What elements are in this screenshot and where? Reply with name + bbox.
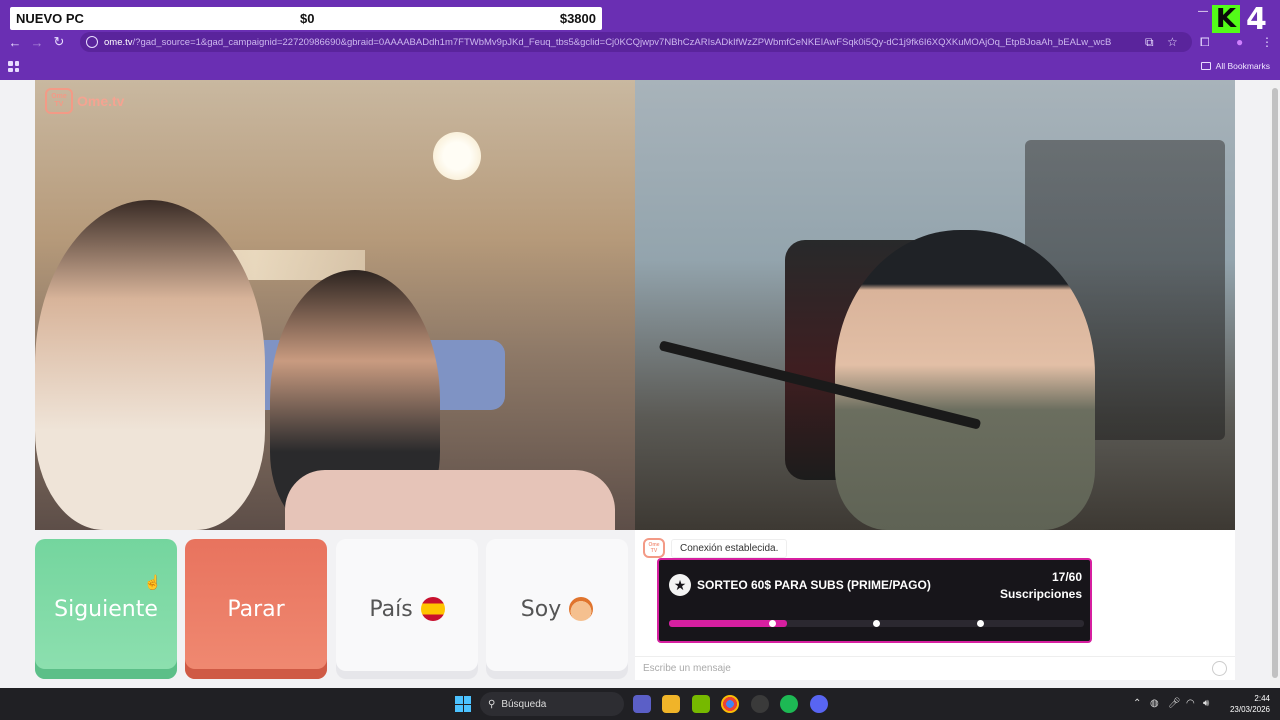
chat-system-message: Ome TV Conexión establecida.	[643, 538, 788, 558]
ometv-badge-icon: Ome TV	[45, 88, 73, 114]
ometv-wordmark: Ome.tv	[77, 93, 125, 109]
donation-goal-bar: NUEVO PC $0 $3800	[10, 7, 602, 30]
blanket	[285, 470, 615, 530]
windows-taskbar: ⚲ Búsqueda ⌃ ◍ 🎤︎ ◠ 🔊︎ 2:44 23/03/2026	[0, 688, 1280, 720]
star-icon: ★	[669, 574, 691, 596]
install-app-icon[interactable]: ⧉	[1145, 35, 1154, 50]
mouse-cursor-icon: ☝	[144, 574, 162, 590]
site-info-icon[interactable]	[86, 36, 98, 48]
chat-message-text: Conexión establecida.	[671, 538, 788, 558]
country-button[interactable]: País	[336, 539, 478, 679]
url-field[interactable]: ome.tv/?gad_source=1&gad_campaignid=2272…	[80, 32, 1192, 52]
microphone-icon[interactable]: 🎤︎	[1168, 698, 1181, 709]
raffle-title: SORTEO 60$ PARA SUBS (PRIME/PAGO)	[697, 578, 931, 592]
next-label: Siguiente	[54, 596, 158, 622]
bookmark-star-icon[interactable]: ☆	[1167, 35, 1178, 49]
wifi-icon[interactable]: ◠	[1186, 698, 1195, 709]
reload-icon[interactable]: ↻	[48, 31, 70, 53]
apps-grid-icon[interactable]	[8, 61, 19, 72]
streamer-person	[835, 230, 1095, 530]
next-button[interactable]: Siguiente	[35, 539, 177, 679]
stranger-person-1	[35, 200, 265, 530]
milestone-dot	[977, 620, 984, 627]
milestone-dot	[769, 620, 776, 627]
file-explorer-icon[interactable]	[662, 695, 680, 713]
gender-label: Soy	[520, 596, 562, 622]
all-bookmarks-button[interactable]: All Bookmarks	[1200, 61, 1270, 71]
raffle-overlay: ★ SORTEO 60$ PARA SUBS (PRIME/PAGO) 17/6…	[657, 558, 1092, 643]
raffle-count-label: Suscripciones	[999, 587, 1082, 601]
chevron-up-icon[interactable]: ⌃	[1133, 698, 1141, 709]
minimize-icon[interactable]: —	[1198, 6, 1208, 17]
folder-icon	[1200, 62, 1211, 70]
clock[interactable]: 2:44 23/03/2026	[1230, 693, 1270, 715]
raffle-count: 17/60	[1051, 570, 1082, 584]
spain-flag-icon	[420, 597, 445, 621]
teams-icon[interactable]	[633, 695, 651, 713]
goal-current-amount: $0	[300, 11, 315, 26]
extensions-icon[interactable]: ⧠	[1200, 35, 1210, 50]
stranger-video: Ome TV Ome.tv	[35, 80, 635, 530]
kick-logo: K	[1212, 4, 1240, 34]
url-path: /?gad_source=1&gad_campaignid=2272098669…	[132, 36, 1112, 48]
emoji-icon[interactable]	[1212, 661, 1227, 676]
nvidia-icon[interactable]	[692, 695, 710, 713]
chat-input-placeholder: Escribe un mensaje	[643, 663, 731, 674]
goal-label: NUEVO PC	[16, 11, 84, 26]
scrollbar-thumb[interactable]	[1272, 88, 1278, 678]
chrome-icon[interactable]	[721, 695, 739, 713]
all-bookmarks-label: All Bookmarks	[1215, 61, 1270, 71]
spotify-icon[interactable]	[780, 695, 798, 713]
network-icon[interactable]: ◍	[1150, 698, 1159, 709]
forward-arrow-icon[interactable]: →	[26, 31, 48, 53]
bookmarks-bar: All Bookmarks	[0, 56, 1280, 78]
raffle-progress-track	[669, 620, 1084, 627]
ometv-logo: Ome TV Ome.tv	[45, 88, 124, 114]
clock-date: 23/03/2026	[1229, 705, 1270, 714]
obs-icon[interactable]	[751, 695, 769, 713]
goal-target-amount: $3800	[559, 11, 596, 26]
milestone-dot	[873, 620, 880, 627]
volume-icon[interactable]: 🔊︎	[1203, 698, 1209, 709]
ceiling-lamp	[433, 132, 481, 180]
gender-button[interactable]: Soy	[486, 539, 628, 679]
profile-avatar-icon[interactable]: ●	[1236, 35, 1243, 49]
self-video	[635, 80, 1235, 530]
taskbar-search-label: Búsqueda	[501, 698, 547, 710]
menu-kebab-icon[interactable]: ⋮	[1261, 35, 1273, 49]
page-scrollbar[interactable]	[1270, 80, 1280, 688]
taskbar-search[interactable]: ⚲ Búsqueda	[480, 692, 624, 716]
search-icon: ⚲	[488, 698, 496, 710]
back-arrow-icon[interactable]: ←	[4, 31, 26, 53]
stop-button[interactable]: Parar	[185, 539, 327, 679]
discord-icon[interactable]	[810, 695, 828, 713]
clock-time: 2:44	[1254, 694, 1270, 703]
ometv-chat-icon: Ome TV	[643, 538, 665, 558]
chat-input[interactable]: Escribe un mensaje	[635, 656, 1235, 680]
url-host: ome.tv	[104, 36, 133, 48]
country-label: País	[369, 596, 413, 622]
address-bar-row: ← → ↻ ome.tv/?gad_source=1&gad_campaigni…	[0, 31, 1280, 53]
boy-face-icon	[569, 597, 594, 621]
windows-start-icon[interactable]	[455, 696, 471, 712]
stop-label: Parar	[227, 596, 285, 622]
